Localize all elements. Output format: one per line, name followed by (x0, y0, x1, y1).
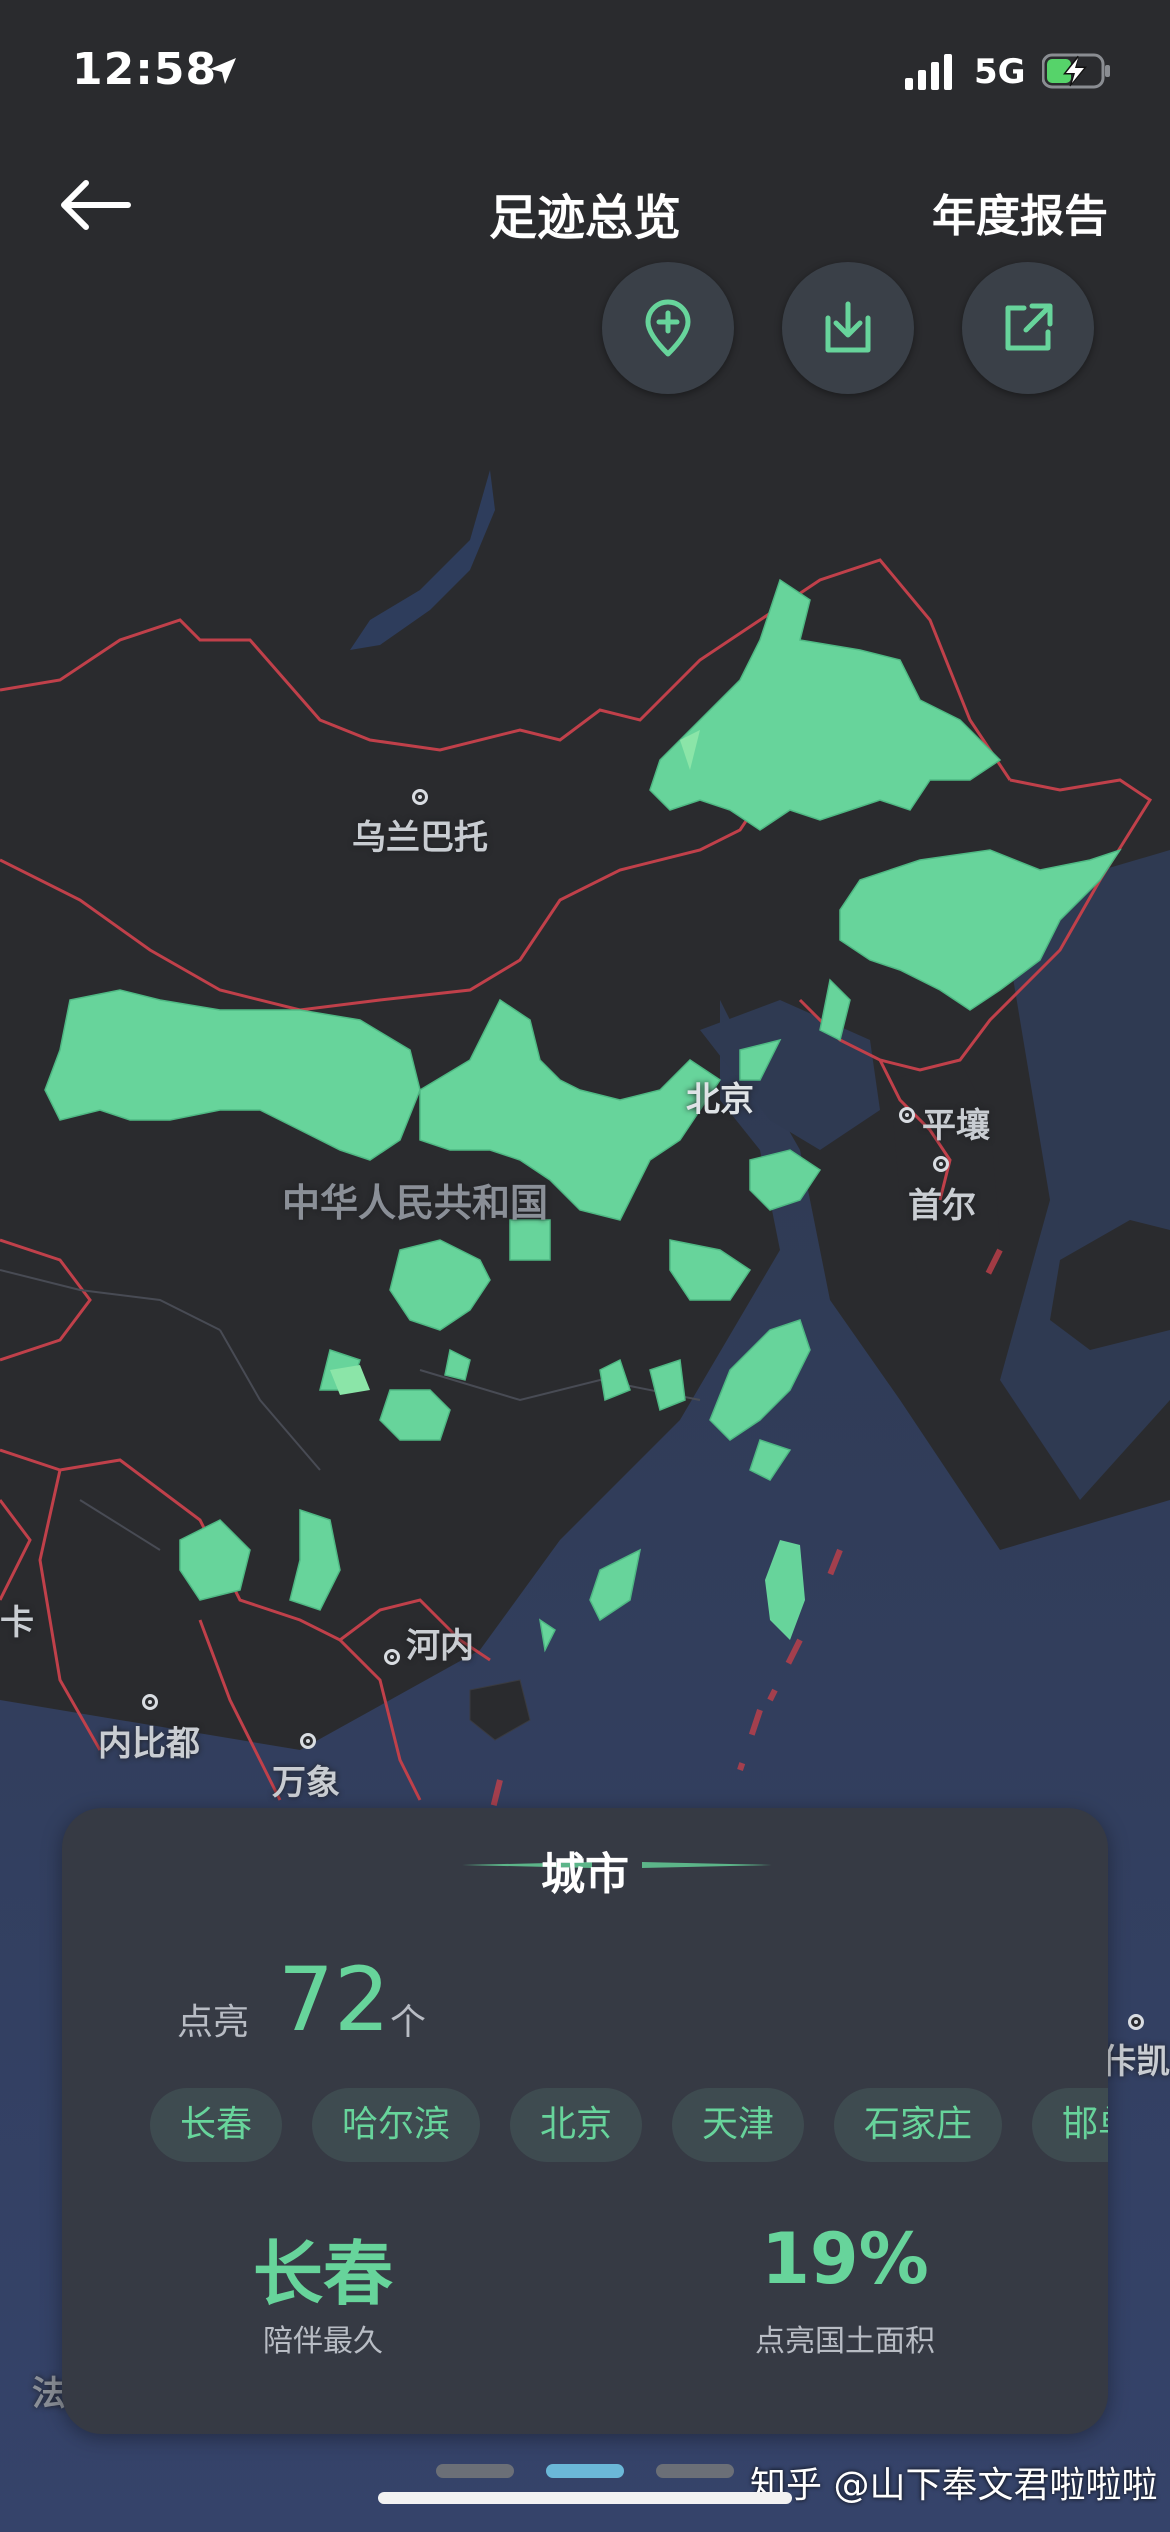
page-indicator-1[interactable] (436, 2464, 514, 2478)
map-label-naypyidaw: 内比都 (98, 1724, 200, 1764)
add-location-button[interactable] (602, 262, 734, 394)
page-indicator-3[interactable] (656, 2464, 734, 2478)
city-stats-panel[interactable]: 城市 点亮 72 个 长春 哈尔滨 北京 天津 石家庄 邯单 长春 陪伴最久 1… (62, 1808, 1108, 2434)
location-arrow-icon (210, 58, 236, 84)
city-dot-seoul (933, 1156, 949, 1172)
map-label-seoul: 首尔 (908, 1186, 976, 1226)
region-heilongjiang (649, 578, 1002, 831)
city-dot-edge-right (1128, 2014, 1144, 2030)
city-dot-pyongyang (899, 1107, 915, 1123)
city-chip[interactable]: 北京 (510, 2088, 642, 2162)
city-dot-hanoi (384, 1649, 400, 1665)
map-label-edge-bottom-left: 法 (32, 2374, 66, 2414)
region-sichuan (389, 1239, 491, 1331)
title-deco-right (642, 1862, 772, 1868)
download-icon (825, 301, 871, 353)
home-indicator[interactable] (378, 2492, 792, 2504)
share-button[interactable] (962, 262, 1094, 394)
area-percent-value: 19% (761, 2218, 929, 2300)
city-dot-ulaanbaatar (412, 789, 428, 805)
region-hunan (599, 1358, 631, 1402)
map-label-edge-right: 佧凯 (1102, 2042, 1170, 2082)
area-percent-label: 点亮国土面积 (755, 2324, 935, 2359)
region-henan (669, 1239, 752, 1301)
map-label-edge-left: 卡 (0, 1603, 34, 1643)
border-india (0, 1238, 92, 1601)
city-chip[interactable]: 邯单 (1032, 2088, 1108, 2162)
city-chip[interactable]: 石家庄 (834, 2088, 1002, 2162)
city-chip[interactable]: 天津 (672, 2088, 804, 2162)
share-icon (1005, 303, 1053, 351)
map-label-china: 中华人民共和国 (282, 1181, 549, 1225)
city-dot-naypyidaw (142, 1694, 158, 1710)
download-button[interactable] (782, 262, 914, 394)
status-time: 12:58 (72, 44, 218, 95)
city-dot-vientiane (300, 1733, 316, 1749)
region-yunnan (179, 1519, 251, 1601)
map-label-hanoi: 河内 (406, 1626, 474, 1666)
signal-icon (905, 54, 952, 90)
longest-city-value: 长春 (253, 2233, 393, 2315)
region-inner-mongolia (44, 989, 421, 1161)
lit-unit: 个 (390, 2002, 427, 2043)
map-label-pyongyang: 平壤 (922, 1106, 990, 1146)
longest-city-label: 陪伴最久 (263, 2324, 383, 2359)
region-jiangxi (649, 1358, 686, 1412)
city-chip[interactable]: 哈尔滨 (312, 2088, 480, 2162)
map-label-beijing: 北京 (686, 1080, 754, 1120)
status-bar: 12:58 5G (0, 0, 1170, 150)
network-type: 5G (974, 52, 1026, 92)
region-hubei (444, 1348, 471, 1381)
map-label-ulaanbaatar: 乌兰巴托 (352, 818, 488, 858)
lit-count: 72 (278, 1948, 390, 2051)
annual-report-link[interactable]: 年度报告 (932, 180, 1108, 244)
panel-title: 城市 (541, 1849, 629, 1900)
lake-baikal (350, 470, 495, 650)
add-location-icon (645, 299, 691, 357)
battery-charging-icon (1042, 53, 1110, 89)
map-label-vientiane: 万象 (272, 1763, 340, 1803)
lit-label: 点亮 (177, 2002, 250, 2043)
region-guizhou (379, 1389, 451, 1441)
city-chip-list[interactable]: 长春 哈尔滨 北京 天津 石家庄 邯单 (150, 2088, 1108, 2168)
page-indicator-2-active[interactable] (546, 2464, 624, 2478)
city-chip[interactable]: 长春 (150, 2088, 282, 2162)
watermark: 知乎 @山下奉文君啦啦啦 (750, 2465, 1158, 2506)
region-guangxi (289, 1508, 341, 1611)
